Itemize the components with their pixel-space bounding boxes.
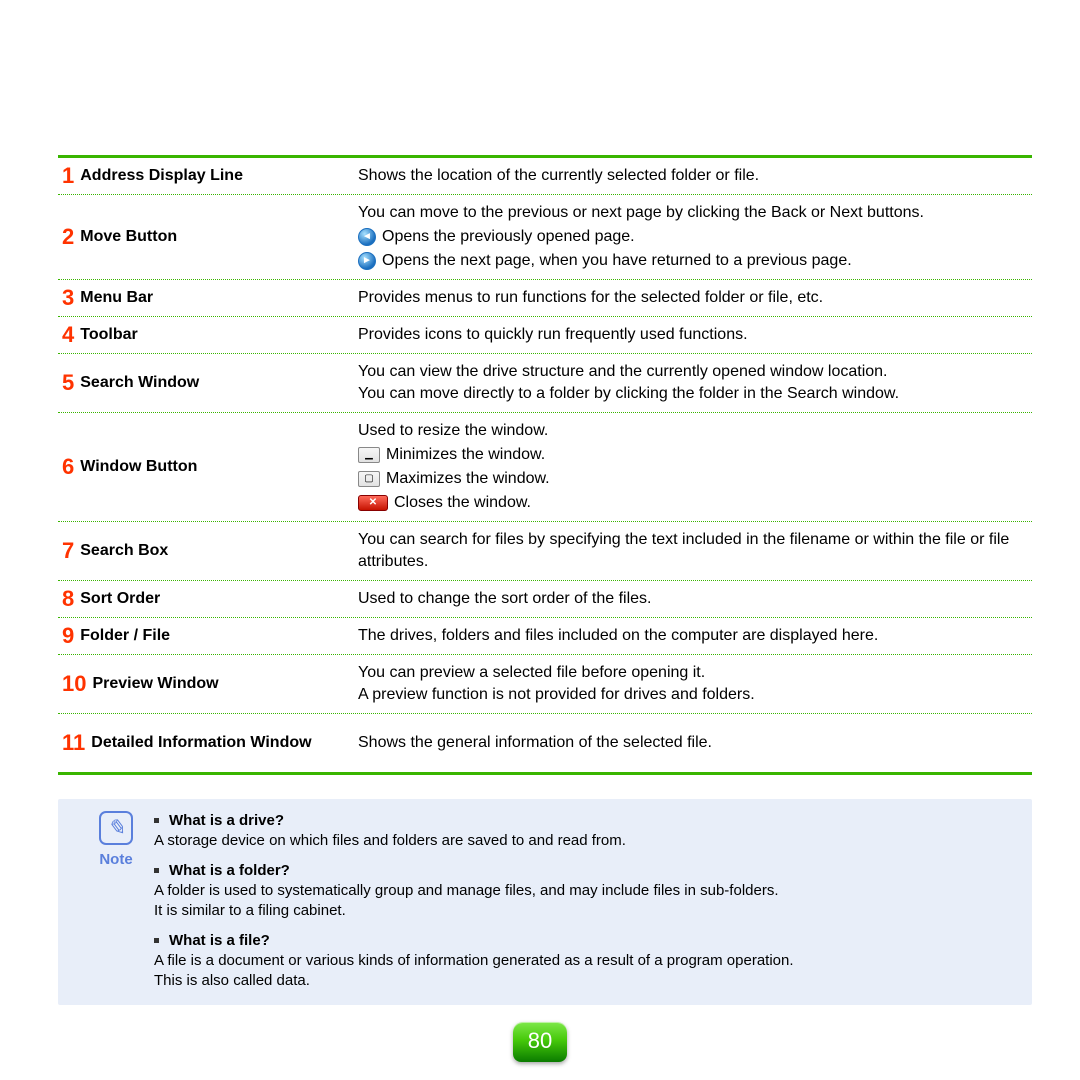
back-icon: ◄ xyxy=(358,228,376,246)
row-number: 8 xyxy=(62,588,74,610)
note-question: What is a drive? xyxy=(169,812,284,829)
bullet-icon xyxy=(154,868,159,873)
row-description: Used to change the sort order of the fil… xyxy=(358,588,1032,610)
close-description: Closes the window. xyxy=(394,492,531,514)
table-row: 3 Menu Bar Provides menus to run functio… xyxy=(58,280,1032,317)
table-row: 2 Move Button You can move to the previo… xyxy=(58,195,1032,280)
note-question: What is a file? xyxy=(169,932,270,949)
note-item: What is a folder? A folder is used to sy… xyxy=(154,861,1014,921)
next-icon: ► xyxy=(358,252,376,270)
row-label: Folder / File xyxy=(80,625,170,647)
row-description-line: You can view the drive structure and the… xyxy=(358,361,1032,383)
page-footer: 80 xyxy=(0,1022,1080,1062)
row-description: Provides menus to run functions for the … xyxy=(358,287,1032,309)
row-description: The drives, folders and files included o… xyxy=(358,625,1032,647)
row-description: Shows the location of the currently sele… xyxy=(358,165,1032,187)
note-question: What is a folder? xyxy=(169,862,290,879)
table-row: 7 Search Box You can search for files by… xyxy=(58,522,1032,581)
note-item: What is a file? A file is a document or … xyxy=(154,931,1014,991)
back-description: Opens the previously opened page. xyxy=(382,226,635,248)
close-icon: ✕ xyxy=(358,495,388,511)
row-label: Detailed Information Window xyxy=(91,732,311,754)
maximize-icon: ▢ xyxy=(358,471,380,487)
minimize-description: Minimizes the window. xyxy=(386,444,545,466)
note-label: Note xyxy=(78,851,154,868)
row-description: Shows the general information of the sel… xyxy=(358,732,1032,754)
table-row: 8 Sort Order Used to change the sort ord… xyxy=(58,581,1032,618)
row-label: Menu Bar xyxy=(80,287,153,309)
note-answer: It is similar to a filing cabinet. xyxy=(154,901,1014,921)
row-description: You can move to the previous or next pag… xyxy=(358,202,1032,272)
table-row: 6 Window Button Used to resize the windo… xyxy=(58,413,1032,522)
next-description: Opens the next page, when you have retur… xyxy=(382,250,852,272)
row-description: You can preview a selected file before o… xyxy=(358,662,1032,706)
row-label: Toolbar xyxy=(80,324,137,346)
note-answer: A storage device on which files and fold… xyxy=(154,831,1014,851)
row-number: 9 xyxy=(62,625,74,647)
row-description-line: Used to resize the window. xyxy=(358,420,1032,442)
note-answer: This is also called data. xyxy=(154,971,1014,991)
row-description-line: You can preview a selected file before o… xyxy=(358,662,1032,684)
row-description-line: A preview function is not provided for d… xyxy=(358,684,1032,706)
note-icon: ✎ xyxy=(99,811,133,845)
minimize-icon: ▁ xyxy=(358,447,380,463)
row-number: 6 xyxy=(62,456,74,478)
row-description: Provides icons to quickly run frequently… xyxy=(358,324,1032,346)
table-row: 4 Toolbar Provides icons to quickly run … xyxy=(58,317,1032,354)
row-label: Move Button xyxy=(80,226,177,248)
note-answer: A file is a document or various kinds of… xyxy=(154,951,1014,971)
row-label: Window Button xyxy=(80,456,197,478)
row-number: 5 xyxy=(62,372,74,394)
note-content: What is a drive? A storage device on whi… xyxy=(154,811,1014,991)
bullet-icon xyxy=(154,938,159,943)
row-description-line: You can move to the previous or next pag… xyxy=(358,202,1032,224)
row-description-line: You can move directly to a folder by cli… xyxy=(358,383,1032,405)
reference-table: 1 Address Display Line Shows the locatio… xyxy=(58,155,1032,775)
maximize-description: Maximizes the window. xyxy=(386,468,550,490)
row-number: 7 xyxy=(62,540,74,562)
row-number: 1 xyxy=(62,165,74,187)
row-description: You can view the drive structure and the… xyxy=(358,361,1032,405)
note-item: What is a drive? A storage device on whi… xyxy=(154,811,1014,851)
row-number: 10 xyxy=(62,673,86,695)
page-number: 80 xyxy=(513,1022,567,1062)
table-row: 1 Address Display Line Shows the locatio… xyxy=(58,158,1032,195)
note-answer: A folder is used to systematically group… xyxy=(154,881,1014,901)
table-row: 11 Detailed Information Window Shows the… xyxy=(58,714,1032,772)
row-label: Search Window xyxy=(80,372,199,394)
note-box: ✎ Note What is a drive? A storage device… xyxy=(58,799,1032,1005)
row-number: 2 xyxy=(62,226,74,248)
document-page: 1 Address Display Line Shows the locatio… xyxy=(0,0,1080,1005)
bullet-icon xyxy=(154,818,159,823)
row-label: Search Box xyxy=(80,540,168,562)
row-label: Preview Window xyxy=(92,673,218,695)
row-description: You can search for files by specifying t… xyxy=(358,529,1032,573)
row-number: 3 xyxy=(62,287,74,309)
table-row: 5 Search Window You can view the drive s… xyxy=(58,354,1032,413)
row-label: Address Display Line xyxy=(80,165,243,187)
row-label: Sort Order xyxy=(80,588,160,610)
row-number: 4 xyxy=(62,324,74,346)
row-number: 11 xyxy=(62,732,85,754)
row-description: Used to resize the window. ▁ Minimizes t… xyxy=(358,420,1032,514)
table-row: 10 Preview Window You can preview a sele… xyxy=(58,655,1032,714)
table-row: 9 Folder / File The drives, folders and … xyxy=(58,618,1032,655)
